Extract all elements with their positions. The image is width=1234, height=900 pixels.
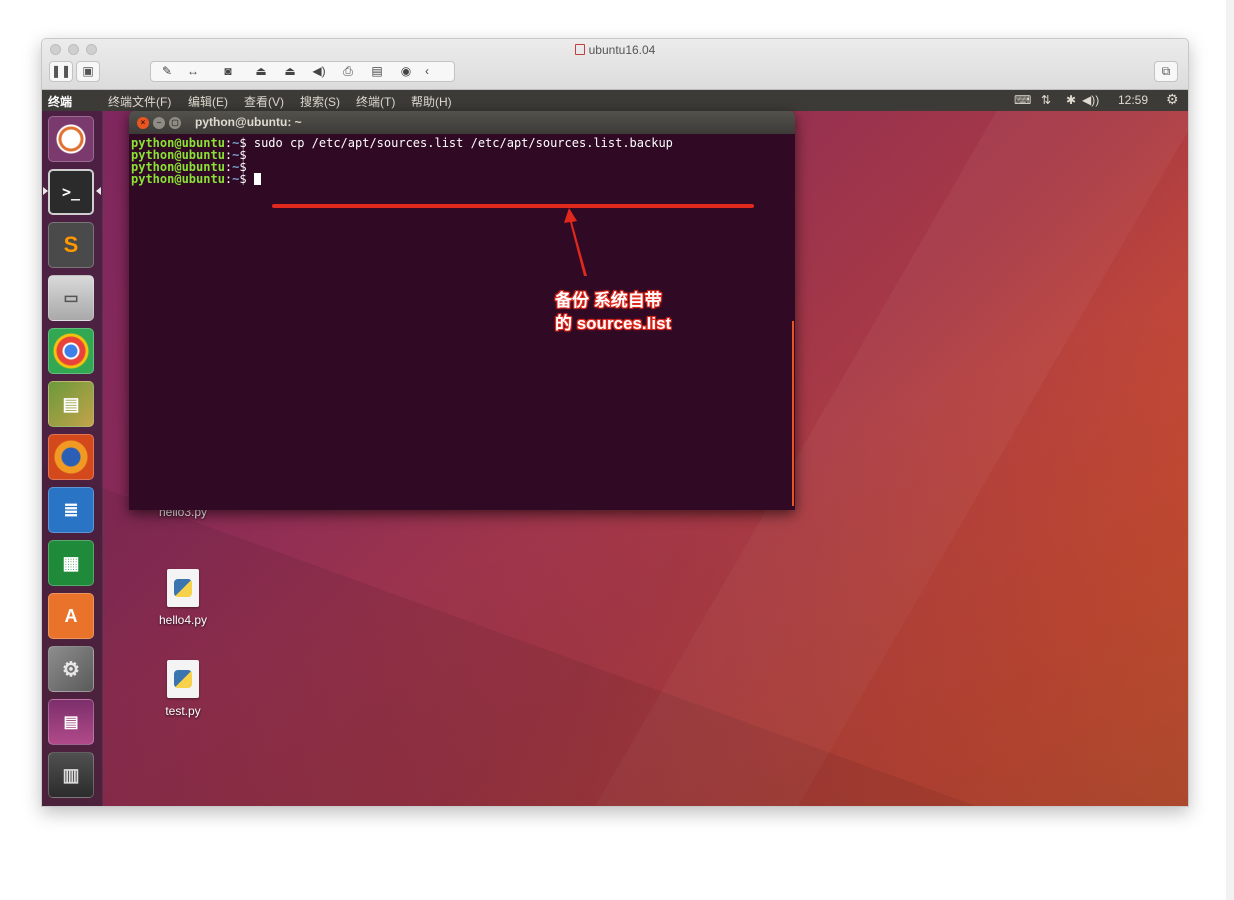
annotation-line-1: 备份 系统自带 xyxy=(555,291,662,310)
annotation-callout: 备份 系统自带 的 sources.list xyxy=(555,289,671,335)
vm-title: ubuntu16.04 xyxy=(42,43,1188,57)
printer-icon[interactable]: ⎙ xyxy=(336,62,360,81)
snapshot-button[interactable]: ▣ xyxy=(76,61,100,82)
cdrom-icon[interactable]: ⏏ xyxy=(249,62,273,81)
save-disk-icon[interactable]: ▤ xyxy=(365,62,389,81)
network-arrows-icon[interactable]: ↔ xyxy=(181,62,205,81)
vm-toolbar-group: ✎ ↔ ◙ ⏏ ⏏ ◀︎) ⎙ ▤ ◉ ‹ xyxy=(150,61,455,82)
camera-icon[interactable]: ◉ xyxy=(394,62,418,81)
vm-doc-icon xyxy=(574,44,585,55)
settings-wrench-icon[interactable]: ✎ xyxy=(155,62,179,81)
chevron-left-icon[interactable]: ‹ xyxy=(421,62,433,81)
vm-title-text: ubuntu16.04 xyxy=(588,43,656,57)
annotation-arrow xyxy=(564,208,587,276)
vm-window: ubuntu16.04 ❚❚ ▣ ✎ ↔ ◙ ⏏ ⏏ ◀︎) ⎙ ▤ ◉ ‹ ⧉… xyxy=(41,38,1189,807)
guest-desktop: 终端 终端 文件(F) 编辑(E) 查看(V) 搜索(S) 终端(T) 帮助(H… xyxy=(42,90,1188,806)
fullscreen-button[interactable]: ⧉ xyxy=(1154,61,1178,82)
vm-titlebar: ubuntu16.04 ❚❚ ▣ ✎ ↔ ◙ ⏏ ⏏ ◀︎) ⎙ ▤ ◉ ‹ ⧉ xyxy=(42,39,1188,90)
floppy-drive-icon[interactable]: ⏏ xyxy=(278,62,302,81)
pause-button[interactable]: ❚❚ xyxy=(49,61,73,82)
harddisk-icon[interactable]: ◙ xyxy=(216,62,240,81)
sound-icon[interactable]: ◀︎) xyxy=(307,62,331,81)
annotation-line-2: 的 sources.list xyxy=(555,314,672,333)
side-strip xyxy=(1226,0,1234,900)
